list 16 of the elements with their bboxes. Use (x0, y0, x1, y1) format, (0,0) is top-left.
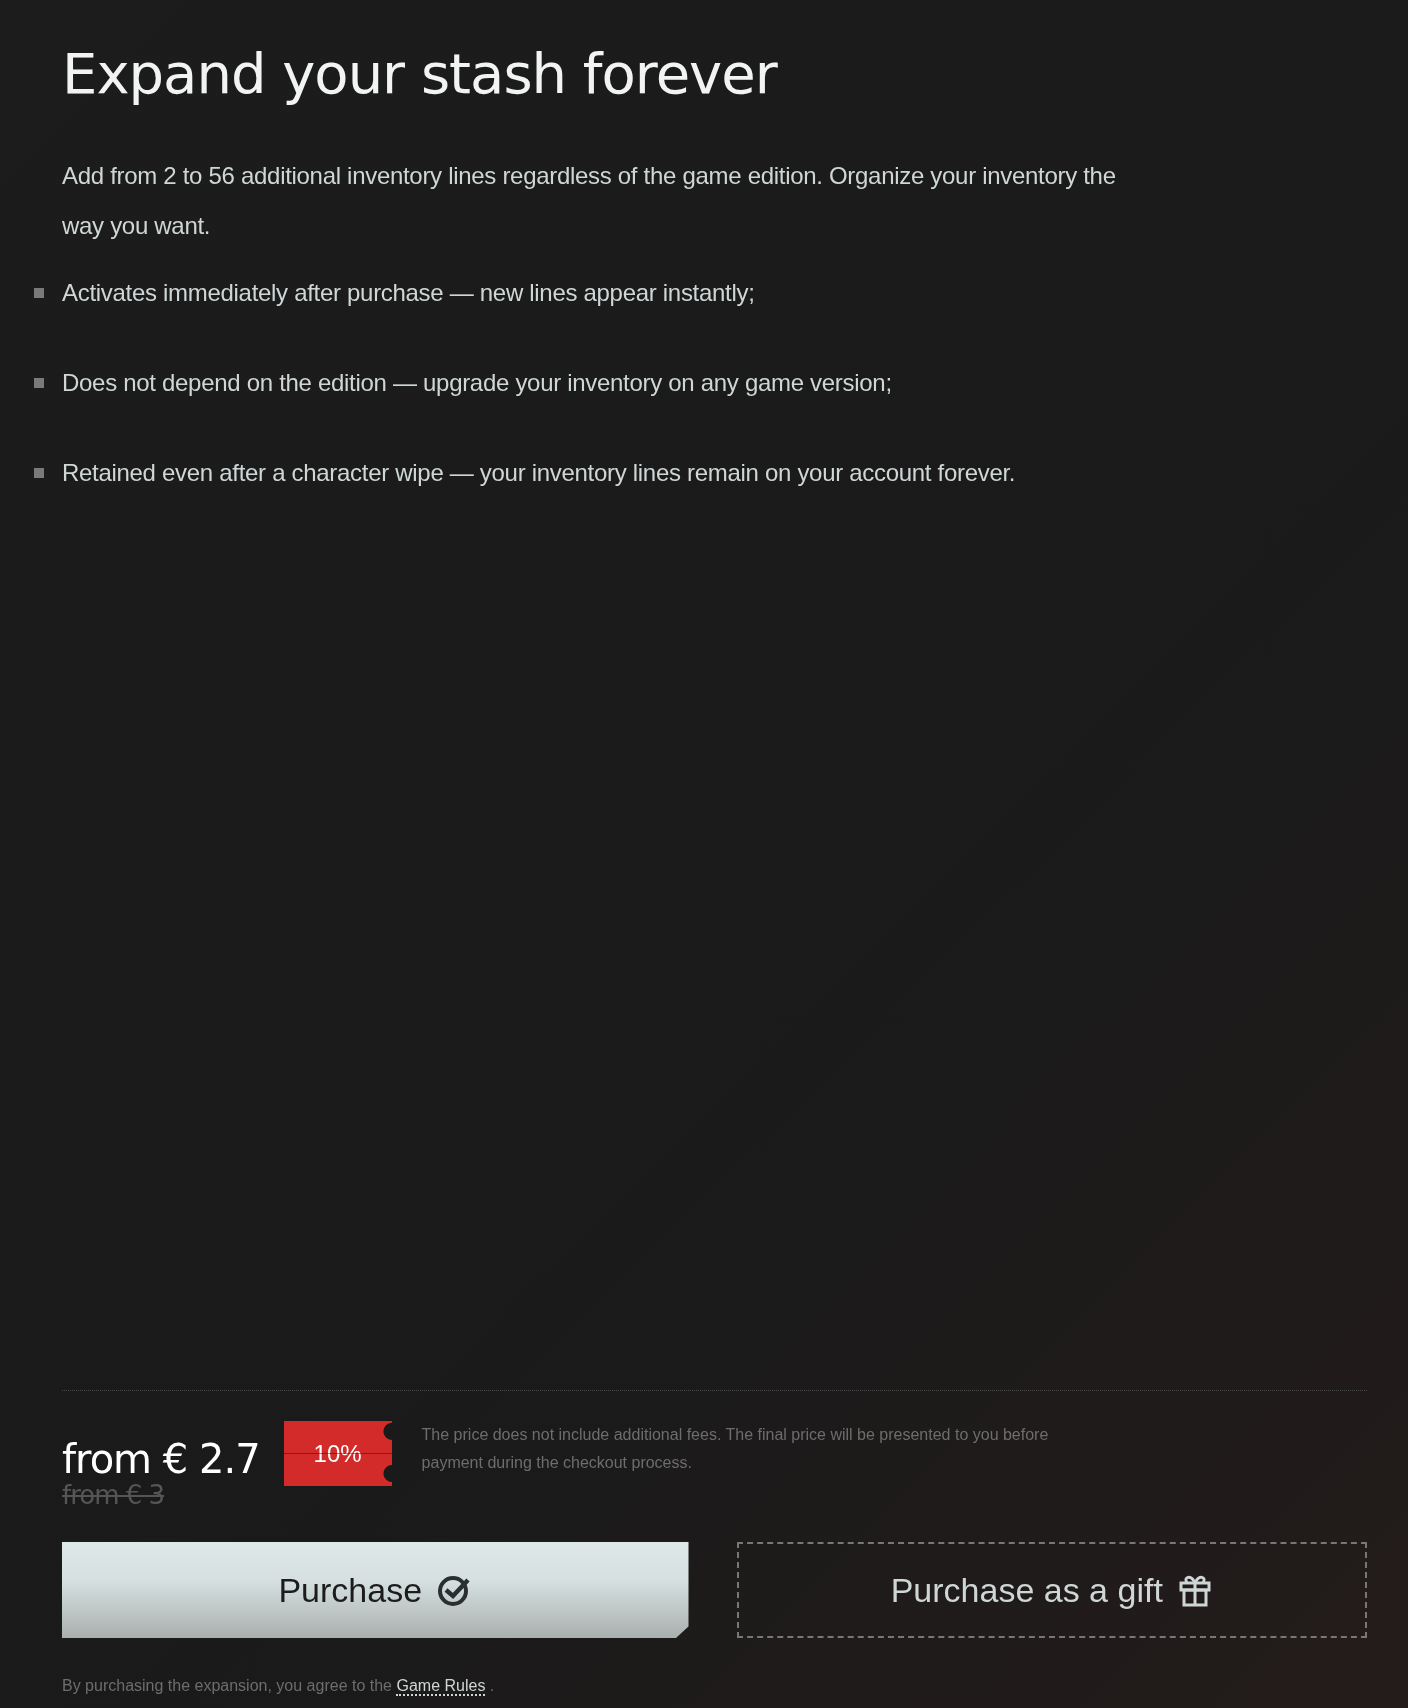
old-price: from € 3 (62, 1481, 166, 1510)
description-text: Add from 2 to 56 additional inventory lines regardless of the game edition. Organize your inventory the way you want. (62, 161, 1117, 242)
agreement-text: By purchasing the expansion, you agree to the Game Rules . (62, 1676, 496, 1698)
gift-button[interactable]: Purchase as a gift (736, 1542, 1367, 1638)
game-rules-link[interactable]: Game Rules (396, 1677, 486, 1696)
current-price: from € 2.7 (62, 1437, 260, 1482)
bullet-icon (34, 468, 44, 479)
discount-badge: 10% (283, 1421, 392, 1487)
bullet-icon (34, 378, 44, 389)
feature-text: Activates immediately after purchase — new lines appear instantly; (62, 278, 755, 309)
feature-text: Does not depend on the edition — upgrade your inventory on any game version; (62, 368, 892, 399)
bullet-icon (34, 288, 44, 299)
price-note: The price does not include additional fees. The final price will be presented to you before payment during the checkout process. (421, 1425, 1050, 1474)
purchase-button[interactable]: Purchase (62, 1542, 689, 1638)
feature-text: Retained even after a character wipe — your inventory lines remain on your account forever. (62, 458, 1016, 489)
page-title: Expand your stash forever (62, 40, 779, 108)
